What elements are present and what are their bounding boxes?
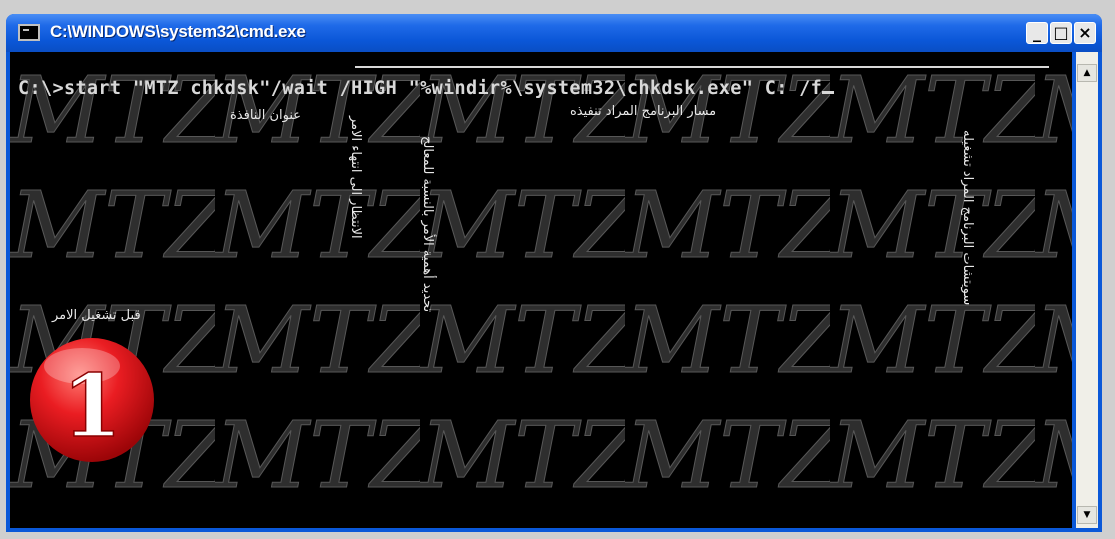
step-number-badge: 1 bbox=[30, 338, 154, 462]
command-line[interactable]: C:\>start "MTZ chkdsk"/wait /HIGH "%wind… bbox=[18, 78, 835, 99]
close-button[interactable]: × bbox=[1074, 22, 1096, 44]
annotation-window-title: عنوان النافذة bbox=[230, 108, 301, 123]
command-text: C:\>start "MTZ chkdsk"/wait /HIGH "%wind… bbox=[18, 78, 823, 99]
scroll-up-button[interactable]: ▲ bbox=[1077, 64, 1097, 82]
console-area[interactable]: MTZ C:\>start "MTZ chkdsk"/wait /HIGH "%… bbox=[10, 52, 1072, 528]
badge-number: 1 bbox=[62, 356, 122, 457]
window-title: C:\WINDOWS\system32\cmd.exe bbox=[50, 22, 306, 41]
vertical-scrollbar[interactable]: ▲ ▼ bbox=[1076, 52, 1098, 528]
annotation-program-args: سويتشات البرنامج المراد تشغيله bbox=[960, 130, 975, 306]
maximize-button[interactable]: □ bbox=[1050, 22, 1072, 44]
annotation-program-path: مسار البرنامج المراد تنفيذه bbox=[570, 104, 717, 119]
minimize-button[interactable]: _ bbox=[1026, 22, 1048, 44]
text-cursor bbox=[822, 91, 835, 94]
scroll-down-button[interactable]: ▼ bbox=[1077, 506, 1097, 524]
watermark: MTZ bbox=[10, 52, 1072, 528]
annotation-wait: الانتظار الى انتهاء الامر bbox=[348, 116, 363, 239]
title-bar[interactable]: C:\WINDOWS\system32\cmd.exe _ □ × bbox=[6, 14, 1102, 52]
cmd-window: C:\WINDOWS\system32\cmd.exe _ □ × MTZ C:… bbox=[6, 14, 1102, 532]
console-app-icon[interactable] bbox=[18, 24, 40, 41]
annotation-before-run: قبل تشغيل الامر bbox=[52, 308, 141, 323]
annotation-priority: تحديد أهمية الأمر بالنسبة للمعالج bbox=[420, 136, 435, 313]
selection-line bbox=[355, 66, 1049, 68]
